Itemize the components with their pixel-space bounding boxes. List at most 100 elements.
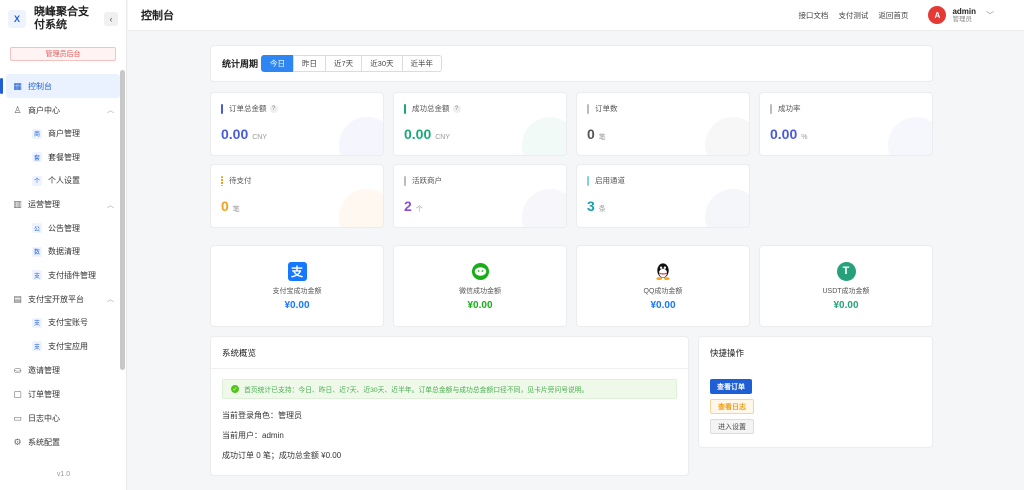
- stat-label: 启用通道: [595, 176, 625, 185]
- sidebar-item-orders[interactable]: ▢ 订单管理: [0, 382, 126, 406]
- qq-icon: [653, 261, 673, 281]
- payment-test-link[interactable]: 支付测试: [838, 10, 868, 21]
- decorative-circle: [522, 117, 566, 155]
- stat-accent-bar: [404, 175, 406, 186]
- invite-icon: ⛀: [13, 364, 22, 375]
- decorative-circle: [522, 189, 566, 227]
- tab-30-days[interactable]: 近30天: [361, 55, 403, 72]
- payment-card-usdt: T USDT成功金额 ¥0.00: [759, 245, 933, 327]
- stat-label: 订单总金额: [229, 104, 267, 113]
- chevron-up-icon: ︿: [107, 296, 114, 303]
- view-orders-button[interactable]: 查看订单: [710, 379, 752, 394]
- sidebar-item-invite[interactable]: ⛀ 邀请管理: [0, 358, 126, 382]
- stat-unit: CNY: [435, 134, 451, 141]
- stat-card-success-rate: 成功率 0.00 %: [759, 92, 933, 156]
- sidebar-item-personal-settings[interactable]: 个 个人设置: [0, 169, 126, 193]
- stat-value: 0.00: [404, 126, 432, 142]
- chevron-left-icon[interactable]: ‹: [104, 12, 118, 26]
- check-circle-icon: ✓: [231, 385, 239, 393]
- stat-value: 0: [587, 126, 595, 142]
- sidebar-item-data-cleanup[interactable]: 数 数据清理: [0, 240, 126, 264]
- stat-label: 成功总金额: [412, 104, 450, 113]
- stat-unit: %: [801, 134, 808, 141]
- system-overview-panel: 系统概览 ✓ 首页统计已支持：今日、昨日、近7天、近30天、近半年。订单总金额与…: [210, 336, 689, 476]
- sidebar-item-announcements[interactable]: 公 公告管理: [0, 217, 126, 241]
- stat-card-enabled-channels: 启用通道 3 条: [576, 164, 750, 228]
- tab-7-days[interactable]: 近7天: [325, 55, 363, 72]
- sidebar-item-label: 订单管理: [28, 389, 60, 399]
- plugin-icon: 支: [32, 270, 42, 281]
- api-docs-link[interactable]: 接口文档: [798, 10, 828, 21]
- decorative-circle: [339, 189, 383, 227]
- sidebar-item-alipay-account[interactable]: 支 支付宝账号: [0, 311, 126, 335]
- current-role: 当前登录角色：管理员: [222, 410, 302, 420]
- stat-label: 订单数: [595, 104, 618, 113]
- stat-card-success-total: 成功总金额 ? 0.00 CNY: [393, 92, 567, 156]
- sidebar-item-label: 个人设置: [48, 176, 80, 186]
- panel-title: 系统概览: [211, 337, 688, 369]
- stat-unit: 笔: [598, 134, 606, 141]
- chevron-up-icon: ︿: [107, 107, 114, 114]
- stat-accent-bar: [770, 103, 772, 114]
- sidebar-item-alipay-platform[interactable]: ▤ 支付宝开放平台 ︿: [0, 287, 126, 311]
- stat-value: 0.00: [770, 126, 798, 142]
- payment-value: ¥0.00: [467, 300, 493, 311]
- user-info: admin 管理员: [952, 7, 976, 24]
- payment-card-wechat: 微信成功金额 ¥0.00: [393, 245, 567, 327]
- tab-today[interactable]: 今日: [261, 55, 295, 72]
- sidebar-item-label: 套餐管理: [48, 152, 80, 162]
- sidebar-item-dashboard[interactable]: ▦ 控制台: [0, 74, 120, 98]
- sidebar-nav: ▦ 控制台 ♙ 商户中心 ︿ 商 商户管理 套 套餐管理 个 个人设置 ▥ 运营…: [0, 74, 126, 454]
- stat-label: 活跃商户: [412, 176, 442, 185]
- sidebar-item-label: 数据清理: [48, 247, 80, 257]
- alipay-icon: 支: [32, 341, 42, 352]
- sidebar-item-label: 日志中心: [28, 413, 60, 423]
- sidebar-item-label: 邀请管理: [28, 365, 60, 375]
- sidebar-item-label: 公告管理: [48, 223, 80, 233]
- page-title: 控制台: [141, 10, 174, 22]
- enter-settings-button[interactable]: 进入设置: [710, 419, 754, 434]
- payment-label: USDT成功金额: [822, 288, 870, 295]
- usdt-icon: T: [836, 261, 856, 281]
- sidebar-item-operations[interactable]: ▥ 运营管理 ︿: [0, 193, 126, 217]
- stat-card-pending: 待支付 0 笔: [210, 164, 384, 228]
- back-home-link[interactable]: 返回首页: [878, 10, 908, 21]
- app-window-icon: ▤: [13, 293, 22, 304]
- sidebar-item-package-manage[interactable]: 套 套餐管理: [0, 146, 126, 170]
- notice-banner: ✓ 首页统计已支持：今日、昨日、近7天、近30天、近半年。订单总金额与成功总金额…: [222, 379, 677, 399]
- sidebar-item-payment-plugins[interactable]: 支 支付插件管理: [0, 264, 126, 288]
- admin-badge: 管理员后台: [10, 47, 116, 61]
- help-icon[interactable]: ?: [452, 104, 461, 113]
- view-logs-button[interactable]: 查看日志: [710, 399, 754, 414]
- stat-unit: 条: [598, 206, 606, 213]
- sidebar-item-label: 商户中心: [28, 105, 60, 115]
- sidebar-scrollbar[interactable]: [120, 70, 125, 370]
- stat-value: 0.00: [221, 126, 249, 142]
- sidebar-item-label: 支付宝开放平台: [28, 294, 84, 304]
- sidebar-item-label: 系统配置: [28, 437, 60, 447]
- user-menu[interactable]: A admin 管理员 ﹀: [928, 6, 994, 24]
- gear-icon: ⚙: [13, 436, 22, 447]
- sidebar-item-merchant-center[interactable]: ♙ 商户中心 ︿: [0, 98, 126, 122]
- version-label: v1.0: [56, 471, 71, 478]
- payment-card-qq: QQ成功金额 ¥0.00: [576, 245, 750, 327]
- sidebar-item-alipay-app[interactable]: 支 支付宝应用: [0, 335, 126, 359]
- brand: X 晓峰聚合支付系统 ‹: [0, 0, 126, 38]
- tab-half-year[interactable]: 近半年: [401, 55, 443, 72]
- stat-card-order-count: 订单数 0 笔: [576, 92, 750, 156]
- help-icon[interactable]: ?: [269, 104, 278, 113]
- sidebar-item-logs[interactable]: ▭ 日志中心: [0, 406, 126, 430]
- stat-label: 待支付: [229, 176, 252, 185]
- quick-actions-panel: 快捷操作 查看订单 查看日志 进入设置: [698, 336, 933, 448]
- tab-yesterday[interactable]: 昨日: [293, 55, 327, 72]
- sidebar-item-settings[interactable]: ⚙ 系统配置: [0, 430, 126, 454]
- decorative-circle: [705, 189, 749, 227]
- clipboard-icon: ▢: [13, 388, 22, 399]
- alipay-icon: 支: [287, 261, 307, 281]
- stat-accent-bar: [404, 103, 406, 114]
- package-icon: 套: [32, 152, 42, 163]
- stat-card-order-total: 订单总金额 ? 0.00 CNY: [210, 92, 384, 156]
- period-selector: 统计周期 今日 昨日 近7天 近30天 近半年: [210, 45, 933, 82]
- sidebar-item-merchant-manage[interactable]: 商 商户管理: [0, 122, 126, 146]
- user-name: admin: [952, 6, 976, 16]
